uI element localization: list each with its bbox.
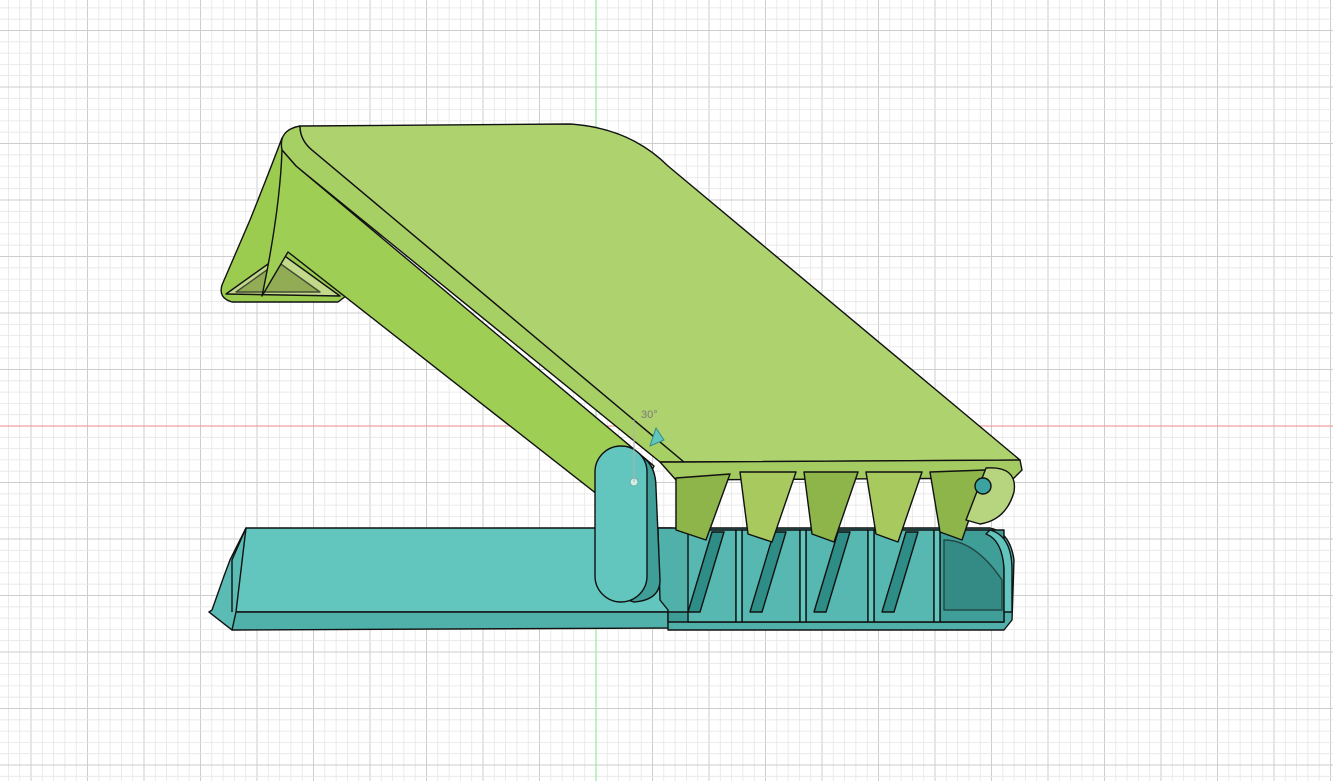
model-view[interactable]: 30°: [0, 0, 1333, 781]
canvas-viewport[interactable]: 30°: [0, 0, 1333, 781]
hinge-pin-right: [974, 477, 992, 495]
angle-label: 30°: [641, 409, 658, 421]
post-3: [867, 529, 875, 623]
post-2: [799, 529, 807, 623]
hinge-link[interactable]: [594, 445, 661, 603]
hinge-link-face[interactable]: [594, 445, 648, 603]
post-1: [735, 529, 743, 623]
base-slab-front: [208, 611, 673, 631]
post-4: [933, 529, 941, 623]
